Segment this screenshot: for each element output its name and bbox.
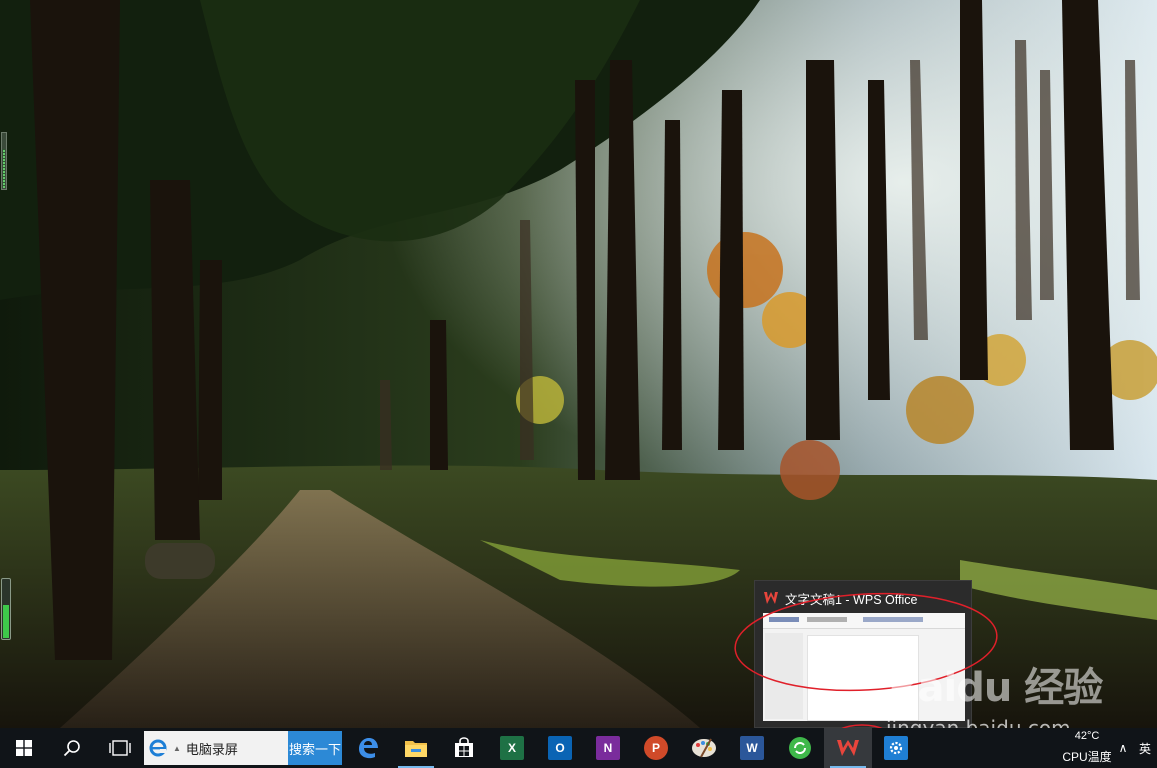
refresh-circle-icon — [789, 737, 811, 759]
folder-icon — [405, 741, 427, 757]
taskbar-app-word[interactable]: W — [728, 728, 776, 768]
store-icon — [455, 737, 473, 757]
wps-office-icon — [764, 592, 778, 604]
taskbar-app-excel[interactable]: X — [488, 728, 536, 768]
search-submit-button[interactable]: 搜索一下 — [288, 731, 342, 765]
cpu-temp-label: CPU温度 — [1062, 750, 1112, 764]
thumbnail-document-page — [807, 635, 919, 721]
search-box-text: 电脑录屏 — [185, 741, 238, 757]
show-hidden-icons-button[interactable]: ∧ — [1113, 728, 1133, 768]
gear-icon — [884, 736, 908, 760]
taskbar-window-preview[interactable]: 文字文稿1 - WPS Office — [754, 580, 972, 728]
taskbar-app-onenote[interactable]: N — [584, 728, 632, 768]
desktop-wallpaper — [0, 0, 1157, 728]
word-icon: W — [740, 736, 764, 760]
search-button[interactable] — [48, 728, 96, 768]
taskbar-search-box[interactable]: ▲ 电脑录屏 — [144, 731, 288, 765]
thumbnail-toolbar — [763, 613, 965, 629]
taskbar-app-wps[interactable] — [824, 728, 872, 768]
outlook-icon: O — [548, 736, 572, 760]
taskbar-app-outlook[interactable]: O — [536, 728, 584, 768]
cpu-temp-value: 42°C — [1074, 730, 1100, 742]
powerpoint-icon: P — [644, 736, 668, 760]
task-view-button[interactable] — [96, 728, 144, 768]
taskbar-app-paint[interactable] — [680, 728, 728, 768]
taskbar-app-green[interactable] — [776, 728, 824, 768]
taskbar-app-store[interactable] — [440, 728, 488, 768]
cpu-temperature-widget[interactable]: 42°C CPU温度 — [1061, 728, 1113, 768]
caret-icon: ▲ — [173, 743, 181, 753]
excel-icon: X — [500, 736, 524, 760]
side-meter-top — [1, 132, 7, 190]
task-view-icon — [109, 740, 131, 756]
input-method-indicator[interactable]: 英 — [1133, 728, 1157, 768]
edge-icon — [359, 738, 378, 759]
start-button[interactable] — [0, 728, 48, 768]
taskbar: ▲ 电脑录屏 搜索一下 X O N P W 42°C CPU温度 ∧ 英 — [0, 728, 1157, 768]
onenote-icon: N — [596, 736, 620, 760]
taskbar-app-edge[interactable] — [344, 728, 392, 768]
preview-header: 文字文稿1 - WPS Office — [763, 589, 917, 607]
side-meter-bottom — [1, 578, 11, 640]
search-icon — [63, 740, 80, 757]
system-tray: 42°C CPU温度 ∧ 英 — [1061, 728, 1157, 768]
paint-palette-icon — [692, 738, 716, 758]
taskbar-app-file-explorer[interactable] — [392, 728, 440, 768]
preview-thumbnail[interactable] — [763, 613, 965, 721]
wps-office-icon — [837, 740, 859, 756]
preview-title: 文字文稿1 - WPS Office — [785, 592, 918, 607]
ie-icon — [149, 739, 167, 757]
thumbnail-sidebar — [765, 633, 803, 719]
taskbar-app-powerpoint[interactable]: P — [632, 728, 680, 768]
taskbar-app-settings[interactable] — [872, 728, 920, 768]
windows-start-icon — [16, 740, 32, 756]
